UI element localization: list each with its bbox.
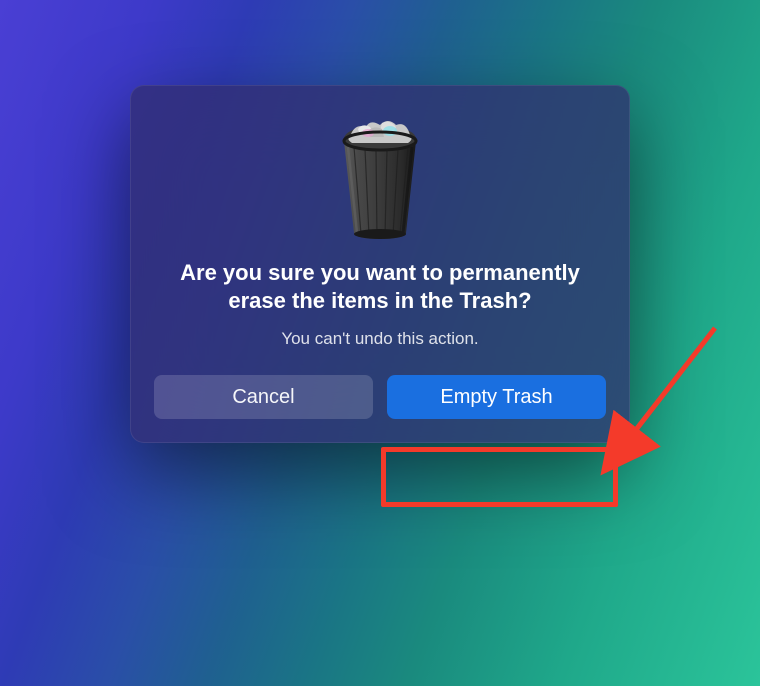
annotation-highlight-box xyxy=(381,447,618,507)
dialog-title: Are you sure you want to permanently era… xyxy=(154,259,606,315)
empty-trash-button[interactable]: Empty Trash xyxy=(387,375,606,419)
cancel-button[interactable]: Cancel xyxy=(154,375,373,419)
dialog-button-row: Cancel Empty Trash xyxy=(154,375,606,419)
empty-trash-dialog: Are you sure you want to permanently era… xyxy=(130,85,630,443)
trash-full-icon xyxy=(325,111,435,241)
dialog-subtitle: You can't undo this action. xyxy=(154,329,606,349)
